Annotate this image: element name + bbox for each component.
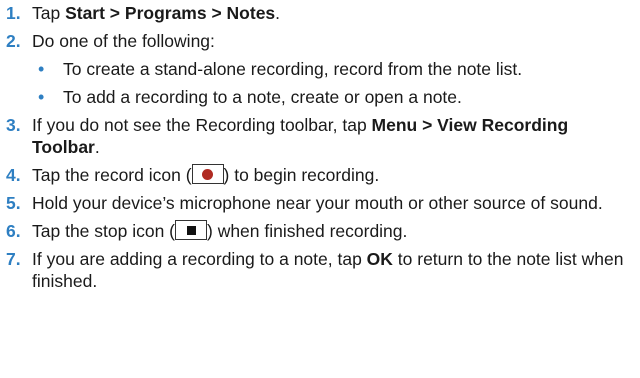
button-name: OK (366, 249, 393, 269)
step-text: If you do not see the Recording toolbar,… (32, 115, 569, 157)
step-number: 1. (6, 3, 21, 23)
menu-path: Start > Programs > Notes (65, 3, 276, 23)
step-4: 4. Tap the record icon () to begin recor… (6, 164, 636, 186)
step-number: 6. (6, 221, 21, 241)
bullet-icon: • (38, 59, 45, 79)
step-5: 5. Hold your device’s microphone near yo… (6, 192, 636, 214)
step-number: 4. (6, 165, 21, 185)
record-icon (191, 164, 224, 184)
step-6: 6. Tap the stop icon () when finished re… (6, 220, 636, 242)
step-number: 3. (6, 115, 21, 135)
step-number: 5. (6, 193, 21, 213)
sub-item: • To add a recording to a note, create o… (32, 86, 636, 108)
step-text: If you are adding a recording to a note,… (32, 249, 624, 291)
step-text: Tap the record icon () to begin recordin… (32, 164, 380, 185)
stop-icon (175, 220, 207, 240)
sub-item: • To create a stand-alone recording, rec… (32, 58, 636, 80)
sub-list: • To create a stand-alone recording, rec… (32, 58, 636, 108)
step-text: Do one of the following: (32, 31, 215, 51)
sub-item-text: To create a stand-alone recording, recor… (63, 59, 523, 79)
step-1: 1. Tap Start > Programs > Notes. (6, 2, 636, 24)
step-text: Tap the stop icon () when finished recor… (32, 220, 408, 241)
step-3: 3. If you do not see the Recording toolb… (6, 114, 636, 158)
stop-square (186, 225, 196, 235)
step-7: 7. If you are adding a recording to a no… (6, 248, 636, 292)
record-dot (202, 168, 214, 180)
instruction-list: 1. Tap Start > Programs > Notes. 2. Do o… (6, 2, 636, 292)
sub-item-text: To add a recording to a note, create or … (63, 87, 462, 107)
step-number: 2. (6, 31, 21, 51)
bullet-icon: • (38, 87, 45, 107)
step-text: Tap Start > Programs > Notes. (32, 3, 281, 23)
step-2: 2. Do one of the following: • To create … (6, 30, 636, 108)
step-number: 7. (6, 249, 21, 269)
step-text: Hold your device’s microphone near your … (32, 193, 603, 213)
